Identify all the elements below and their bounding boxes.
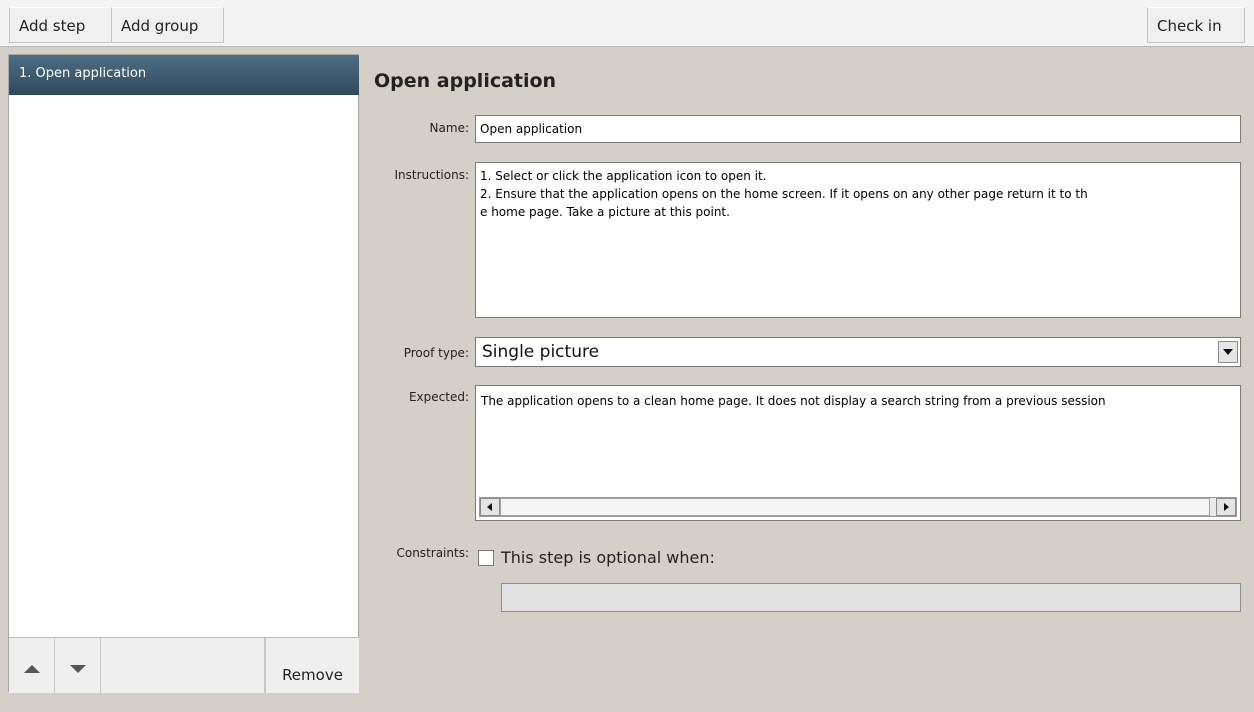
proof-type-label: Proof type: — [403, 346, 469, 360]
instructions-label: Instructions: — [394, 168, 469, 182]
page-title: Open application — [374, 70, 557, 92]
arrow-down-icon — [70, 665, 86, 673]
arrow-up-icon — [24, 665, 40, 673]
dropdown-button[interactable] — [1218, 341, 1238, 363]
remove-button[interactable]: Remove — [265, 638, 359, 693]
proof-type-select[interactable]: Single picture — [475, 337, 1241, 367]
optional-checkbox-label[interactable]: This step is optional when: — [501, 548, 715, 567]
arrow-right-icon — [1224, 503, 1229, 511]
expected-text: The application opens to a clean home pa… — [481, 394, 1106, 408]
toolbar: Add step Add group Check in — [0, 0, 1254, 47]
optional-condition-field — [501, 583, 1241, 612]
arrow-left-icon — [487, 503, 492, 511]
check-in-button[interactable]: Check in — [1147, 7, 1245, 43]
optional-checkbox[interactable] — [478, 550, 494, 566]
step-list-panel: 1. Open application Remove — [8, 54, 359, 693]
add-step-button[interactable]: Add step — [9, 7, 112, 43]
step-list-controls: Remove — [9, 637, 359, 693]
horizontal-scrollbar[interactable] — [479, 497, 1237, 517]
controls-spacer — [101, 638, 265, 693]
name-label: Name: — [429, 121, 469, 135]
add-group-button[interactable]: Add group — [111, 7, 224, 43]
chevron-down-icon — [1223, 349, 1233, 355]
scroll-left-button[interactable] — [480, 498, 500, 516]
instructions-field[interactable]: 1. Select or click the application icon … — [475, 162, 1241, 318]
list-item[interactable]: 1. Open application — [9, 55, 359, 95]
expected-label: Expected: — [408, 390, 469, 404]
scrollbar-thumb[interactable] — [500, 498, 1210, 516]
scroll-right-button[interactable] — [1216, 498, 1236, 516]
expected-field[interactable]: The application opens to a clean home pa… — [475, 385, 1241, 521]
proof-type-value: Single picture — [482, 342, 600, 362]
move-down-button[interactable] — [55, 638, 101, 693]
move-up-button[interactable] — [9, 638, 55, 693]
name-field[interactable]: Open application — [475, 115, 1241, 143]
constraints-label: Constraints: — [396, 546, 469, 560]
